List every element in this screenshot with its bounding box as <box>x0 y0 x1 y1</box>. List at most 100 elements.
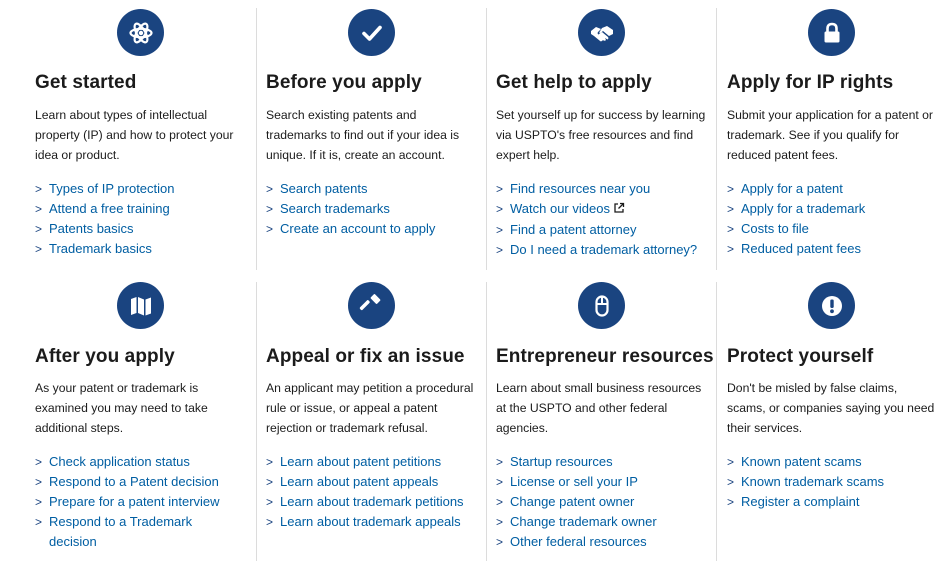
card-links: > Check application status > Respond to a … <box>35 452 240 552</box>
link-trademark-basics[interactable]: > Trademark basics <box>35 239 250 259</box>
chevron-right-icon: > <box>727 182 735 196</box>
link-known-patent-scams[interactable]: > Known patent scams <box>727 452 939 472</box>
chevron-right-icon: > <box>727 242 735 256</box>
card-description: Search existing patents and trademarks t… <box>266 108 460 162</box>
card-title: Entrepreneur resources <box>496 346 714 367</box>
link-costs-to-file[interactable]: > Costs to file <box>727 219 939 239</box>
chevron-right-icon: > <box>496 495 504 509</box>
mouse-icon <box>578 282 625 329</box>
link-find-patent-attorney[interactable]: > Find a patent attorney <box>496 220 714 240</box>
link-attend-free-training[interactable]: > Attend a free training <box>35 199 250 219</box>
link-check-application-status[interactable]: > Check application status <box>35 452 240 472</box>
card-links: > Known patent scams > Known trademark sca… <box>727 452 939 512</box>
chevron-right-icon: > <box>496 182 504 196</box>
lock-icon <box>808 9 855 56</box>
column-divider <box>716 282 717 561</box>
chevron-right-icon: > <box>496 455 504 469</box>
link-license-or-sell-ip[interactable]: > License or sell your IP <box>496 472 711 492</box>
chevron-right-icon: > <box>35 242 43 256</box>
link-apply-for-trademark[interactable]: > Apply for a trademark <box>727 199 939 219</box>
chevron-right-icon: > <box>727 222 735 236</box>
card-links: > Find resources near you > Watch our vide… <box>496 179 714 260</box>
chevron-right-icon: > <box>266 475 274 489</box>
link-known-trademark-scams[interactable]: > Known trademark scams <box>727 472 939 492</box>
link-register-complaint[interactable]: > Register a complaint <box>727 492 939 512</box>
link-watch-our-videos[interactable]: > Watch our videos <box>496 199 714 220</box>
link-trademark-petitions[interactable]: > Learn about trademark petitions <box>266 492 484 512</box>
card-description: Submit your application for a patent or … <box>727 108 933 162</box>
link-startup-resources[interactable]: > Startup resources <box>496 452 711 472</box>
link-reduced-patent-fees[interactable]: > Reduced patent fees <box>727 239 939 259</box>
card-title: Get help to apply <box>496 72 652 93</box>
link-other-federal-resources[interactable]: > Other federal resources <box>496 532 711 552</box>
link-need-trademark-attorney[interactable]: > Do I need a trademark attorney? <box>496 240 714 260</box>
chevron-right-icon: > <box>496 515 504 529</box>
chevron-right-icon: > <box>35 182 43 196</box>
chevron-right-icon: > <box>266 515 274 529</box>
link-find-resources-near-you[interactable]: > Find resources near you <box>496 179 714 199</box>
card-description: Don't be misled by false claims, scams, … <box>727 381 935 435</box>
card-description: Learn about small business resources at … <box>496 381 702 435</box>
column-divider <box>486 8 487 270</box>
link-change-trademark-owner[interactable]: > Change trademark owner <box>496 512 711 532</box>
card-title: Before you apply <box>266 72 422 93</box>
external-link-icon <box>613 200 625 220</box>
handshake-icon <box>578 9 625 56</box>
chevron-right-icon: > <box>35 202 43 216</box>
chevron-right-icon: > <box>35 455 43 469</box>
link-respond-trademark-decision[interactable]: > Respond to a Trademark decision <box>35 512 209 552</box>
chevron-right-icon: > <box>266 182 274 196</box>
card-title: Get started <box>35 72 137 93</box>
column-divider <box>486 282 487 561</box>
card-title: Apply for IP rights <box>727 72 894 93</box>
chevron-right-icon: > <box>35 222 43 236</box>
card-description: Learn about types of intellectual proper… <box>35 108 234 162</box>
chevron-right-icon: > <box>727 475 735 489</box>
column-divider <box>256 282 257 561</box>
chevron-right-icon: > <box>266 202 274 216</box>
link-respond-patent-decision[interactable]: > Respond to a Patent decision <box>35 472 240 492</box>
atom-icon <box>117 9 164 56</box>
link-search-trademarks[interactable]: > Search trademarks <box>266 199 481 219</box>
chevron-right-icon: > <box>35 515 43 529</box>
column-divider <box>716 8 717 270</box>
card-description: As your patent or trademark is examined … <box>35 381 208 435</box>
exclamation-icon <box>808 282 855 329</box>
link-change-patent-owner[interactable]: > Change patent owner <box>496 492 711 512</box>
map-icon <box>117 282 164 329</box>
card-links: > Startup resources > License or sell your… <box>496 452 711 552</box>
chevron-right-icon: > <box>35 495 43 509</box>
link-types-of-ip-protection[interactable]: > Types of IP protection <box>35 179 250 199</box>
link-trademark-appeals[interactable]: > Learn about trademark appeals <box>266 512 484 532</box>
card-title: Appeal or fix an issue <box>266 346 465 367</box>
chevron-right-icon: > <box>727 495 735 509</box>
ip-resources-grid: Get started Learn about types of intelle… <box>0 0 943 561</box>
chevron-right-icon: > <box>35 475 43 489</box>
card-description: An applicant may petition a procedural r… <box>266 381 474 435</box>
card-title: Protect yourself <box>727 346 874 367</box>
chevron-right-icon: > <box>496 243 504 257</box>
link-patent-petitions[interactable]: > Learn about patent petitions <box>266 452 484 472</box>
link-apply-for-patent[interactable]: > Apply for a patent <box>727 179 939 199</box>
card-description: Set yourself up for success by learning … <box>496 108 706 162</box>
chevron-right-icon: > <box>496 223 504 237</box>
card-links: > Apply for a patent > Apply for a tradema… <box>727 179 939 259</box>
link-patents-basics[interactable]: > Patents basics <box>35 219 250 239</box>
chevron-right-icon: > <box>727 455 735 469</box>
checkmark-icon <box>348 9 395 56</box>
card-title: After you apply <box>35 346 175 367</box>
link-create-account[interactable]: > Create an account to apply <box>266 219 481 239</box>
chevron-right-icon: > <box>266 495 274 509</box>
chevron-right-icon: > <box>496 475 504 489</box>
link-patent-appeals[interactable]: > Learn about patent appeals <box>266 472 484 492</box>
card-links: > Search patents > Search trademarks > Crea… <box>266 179 481 239</box>
column-divider <box>256 8 257 270</box>
chevron-right-icon: > <box>266 455 274 469</box>
chevron-right-icon: > <box>496 202 504 216</box>
chevron-right-icon: > <box>727 202 735 216</box>
chevron-right-icon: > <box>496 535 504 549</box>
link-prepare-patent-interview[interactable]: > Prepare for a patent interview <box>35 492 240 512</box>
link-search-patents[interactable]: > Search patents <box>266 179 481 199</box>
gavel-icon <box>348 282 395 329</box>
card-links: > Learn about patent petitions > Learn abo… <box>266 452 484 532</box>
